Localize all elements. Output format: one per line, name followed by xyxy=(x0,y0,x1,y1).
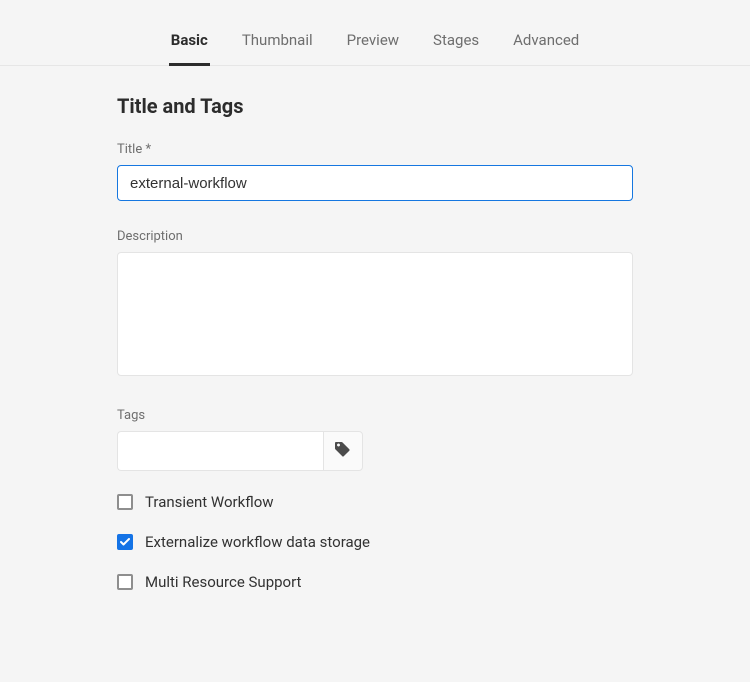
tab-bar: Basic Thumbnail Preview Stages Advanced xyxy=(0,0,750,66)
tag-icon xyxy=(334,440,352,462)
multi-resource-label: Multi Resource Support xyxy=(145,573,301,591)
transient-workflow-label: Transient Workflow xyxy=(145,493,274,511)
tab-preview[interactable]: Preview xyxy=(345,31,401,66)
section-title: Title and Tags xyxy=(117,94,633,118)
description-label: Description xyxy=(117,229,633,244)
title-label: Title * xyxy=(117,142,633,157)
externalize-storage-label: Externalize workflow data storage xyxy=(145,533,370,551)
tab-thumbnail[interactable]: Thumbnail xyxy=(240,31,315,66)
title-input[interactable] xyxy=(117,165,633,201)
tab-basic[interactable]: Basic xyxy=(169,31,210,66)
multi-resource-checkbox[interactable] xyxy=(117,574,133,590)
tags-picker-button[interactable] xyxy=(323,431,363,471)
tab-stages[interactable]: Stages xyxy=(431,31,481,66)
transient-workflow-checkbox[interactable] xyxy=(117,494,133,510)
description-input[interactable] xyxy=(117,252,633,376)
tab-advanced[interactable]: Advanced xyxy=(511,31,581,66)
tags-input[interactable] xyxy=(117,431,323,471)
externalize-storage-checkbox[interactable] xyxy=(117,534,133,550)
tags-label: Tags xyxy=(117,408,633,423)
